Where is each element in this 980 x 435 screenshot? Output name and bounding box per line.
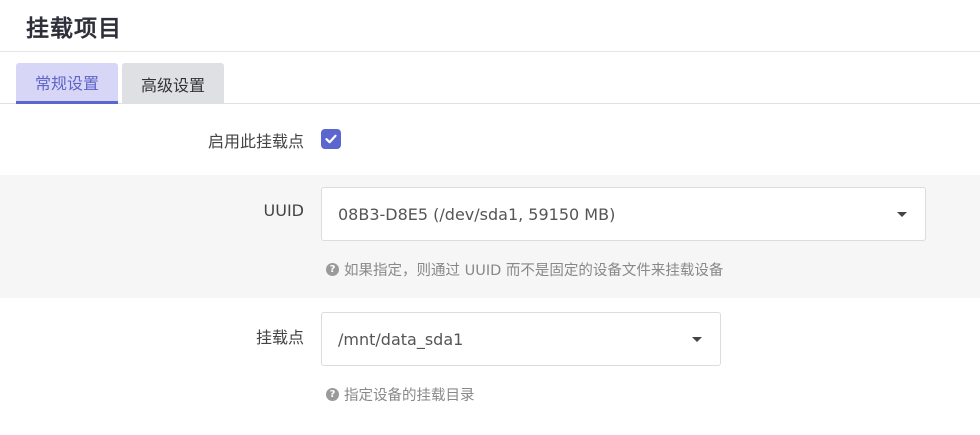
enable-mount-checkbox[interactable] xyxy=(321,129,341,149)
mountpoint-hint: ? 指定设备的挂载目录 xyxy=(326,384,475,405)
caret-down-icon xyxy=(897,212,907,217)
mountpoint-hint-text: 指定设备的挂载目录 xyxy=(344,388,475,404)
question-circle-icon: ? xyxy=(326,388,339,401)
uuid-hint-text: 如果指定，则通过 UUID 而不是固定的设备文件来挂载设备 xyxy=(344,263,724,279)
mountpoint-row: 挂载点 /mnt/data_sda1 ? 指定设备的挂载目录 xyxy=(0,298,980,435)
uuid-select-value: 08B3-D8E5 (/dev/sda1, 59150 MB) xyxy=(338,204,616,224)
mountpoint-select-value: /mnt/data_sda1 xyxy=(338,329,464,349)
uuid-row: UUID 08B3-D8E5 (/dev/sda1, 59150 MB) ? 如… xyxy=(0,175,980,298)
mountpoint-select[interactable]: /mnt/data_sda1 xyxy=(321,312,721,366)
uuid-select[interactable]: 08B3-D8E5 (/dev/sda1, 59150 MB) xyxy=(321,187,926,241)
mountpoint-label: 挂载点 xyxy=(255,328,304,347)
uuid-hint: ? 如果指定，则通过 UUID 而不是固定的设备文件来挂载设备 xyxy=(326,259,723,280)
page-header: 挂载项目 xyxy=(0,0,980,52)
tab-advanced-settings[interactable]: 高级设置 xyxy=(122,63,224,104)
tab-general-settings[interactable]: 常规设置 xyxy=(16,63,118,104)
caret-down-icon xyxy=(692,337,702,342)
enable-mount-row: 启用此挂载点 xyxy=(0,105,980,175)
uuid-label: UUID xyxy=(263,201,304,220)
enable-mount-label: 启用此挂载点 xyxy=(207,132,304,151)
check-icon xyxy=(325,134,337,144)
question-circle-icon: ? xyxy=(326,263,339,276)
page-title: 挂载项目 xyxy=(26,15,122,42)
tab-bar: 常规设置 高级设置 xyxy=(0,52,980,104)
